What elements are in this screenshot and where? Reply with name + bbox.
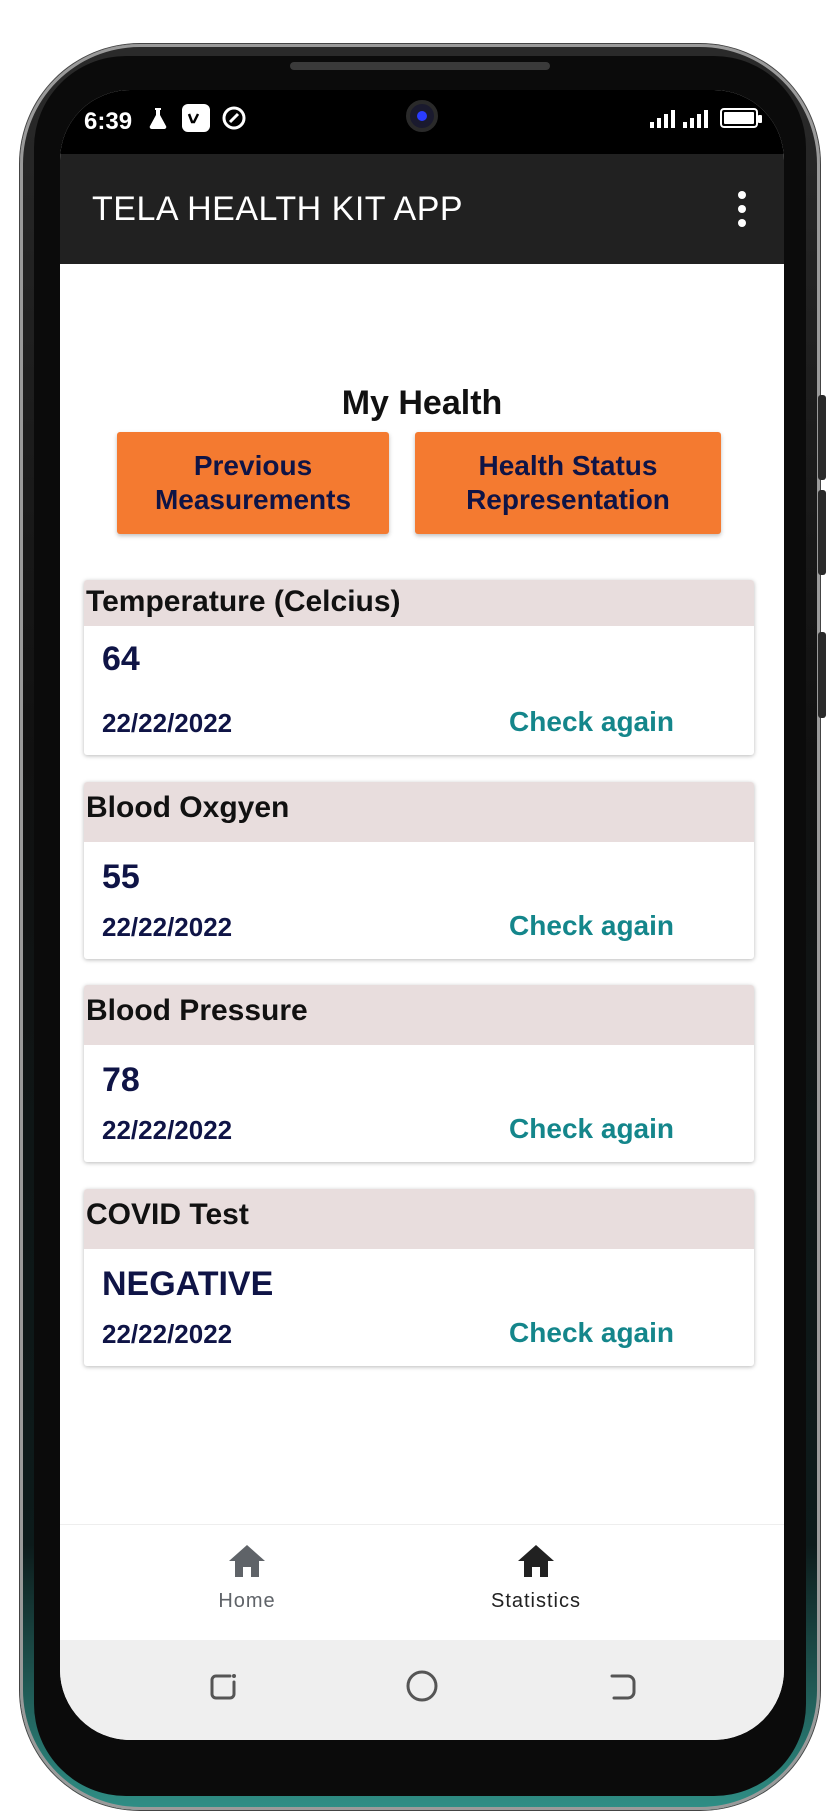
- button-label: Representation: [466, 484, 670, 515]
- sync-icon: [220, 104, 248, 132]
- status-bar: 6:39: [60, 90, 784, 154]
- home-circle-icon[interactable]: [404, 1668, 440, 1704]
- measurement-card-blood-pressure: Blood Pressure 78 22/22/2022 Check again: [84, 985, 754, 1162]
- recents-icon[interactable]: [206, 1668, 242, 1704]
- card-title: Temperature (Celcius): [84, 580, 754, 626]
- card-value: NEGATIVE: [102, 1265, 274, 1303]
- vimeo-icon: [182, 104, 210, 132]
- check-again-link[interactable]: Check again: [509, 706, 674, 738]
- card-value: 64: [102, 640, 140, 678]
- measurement-card-covid-test: COVID Test NEGATIVE 22/22/2022 Check aga…: [84, 1189, 754, 1366]
- back-icon[interactable]: [604, 1668, 640, 1704]
- card-date: 22/22/2022: [102, 708, 233, 738]
- app-title: TELA HEALTH KIT APP: [92, 189, 464, 228]
- volume-button: [818, 490, 826, 575]
- card-date: 22/22/2022: [102, 1115, 233, 1145]
- nav-item-statistics[interactable]: Statistics: [436, 1543, 636, 1613]
- card-date: 22/22/2022: [102, 912, 233, 942]
- bottom-navigation: Home Statistics: [60, 1524, 784, 1640]
- button-label: Measurements: [154, 484, 352, 515]
- card-date: 22/22/2022: [102, 1319, 233, 1349]
- card-value: 55: [102, 858, 140, 896]
- page-title: My Health: [341, 384, 503, 422]
- button-label: Health Status: [478, 450, 658, 481]
- status-system-icons: [650, 108, 762, 128]
- app-bar: TELA HEALTH KIT APP: [60, 154, 784, 264]
- flask-icon: [144, 104, 172, 132]
- status-notification-icons: [144, 104, 248, 132]
- front-camera: [406, 100, 438, 132]
- power-button: [818, 632, 826, 718]
- nav-item-home[interactable]: Home: [147, 1543, 347, 1613]
- measurement-card-temperature: Temperature (Celcius) 64 22/22/2022 Chec…: [84, 580, 754, 755]
- home-icon: [518, 1545, 554, 1577]
- measurement-card-blood-oxygen: Blood Oxgyen 55 22/22/2022 Check again: [84, 782, 754, 959]
- check-again-link[interactable]: Check again: [509, 1113, 674, 1145]
- volume-button: [818, 395, 826, 480]
- health-status-representation-button[interactable]: Health Status Representation: [415, 432, 721, 534]
- card-title: Blood Oxgyen: [84, 782, 754, 842]
- previous-measurements-button[interactable]: Previous Measurements: [117, 432, 389, 534]
- check-again-link[interactable]: Check again: [509, 1317, 674, 1349]
- system-navigation-bar: [60, 1640, 784, 1740]
- home-icon: [229, 1545, 265, 1577]
- earpiece-speaker: [290, 62, 550, 70]
- check-again-link[interactable]: Check again: [509, 910, 674, 942]
- signal-icon: [650, 108, 675, 128]
- nav-label: Statistics: [490, 1590, 582, 1612]
- phone-screen: 6:39 TELA HEALTH KIT APP My Health Previ…: [60, 90, 784, 1740]
- more-options-icon[interactable]: [730, 183, 754, 235]
- status-time: 6:39: [84, 108, 133, 135]
- battery-icon: [720, 108, 762, 128]
- nav-label: Home: [218, 1590, 276, 1612]
- card-title: COVID Test: [84, 1189, 754, 1249]
- button-label: Previous: [193, 450, 313, 481]
- main-content: My Health Previous Measurements Health S…: [60, 264, 784, 1524]
- signal-icon: [683, 108, 708, 128]
- card-value: 78: [102, 1061, 140, 1099]
- card-title: Blood Pressure: [84, 985, 754, 1045]
